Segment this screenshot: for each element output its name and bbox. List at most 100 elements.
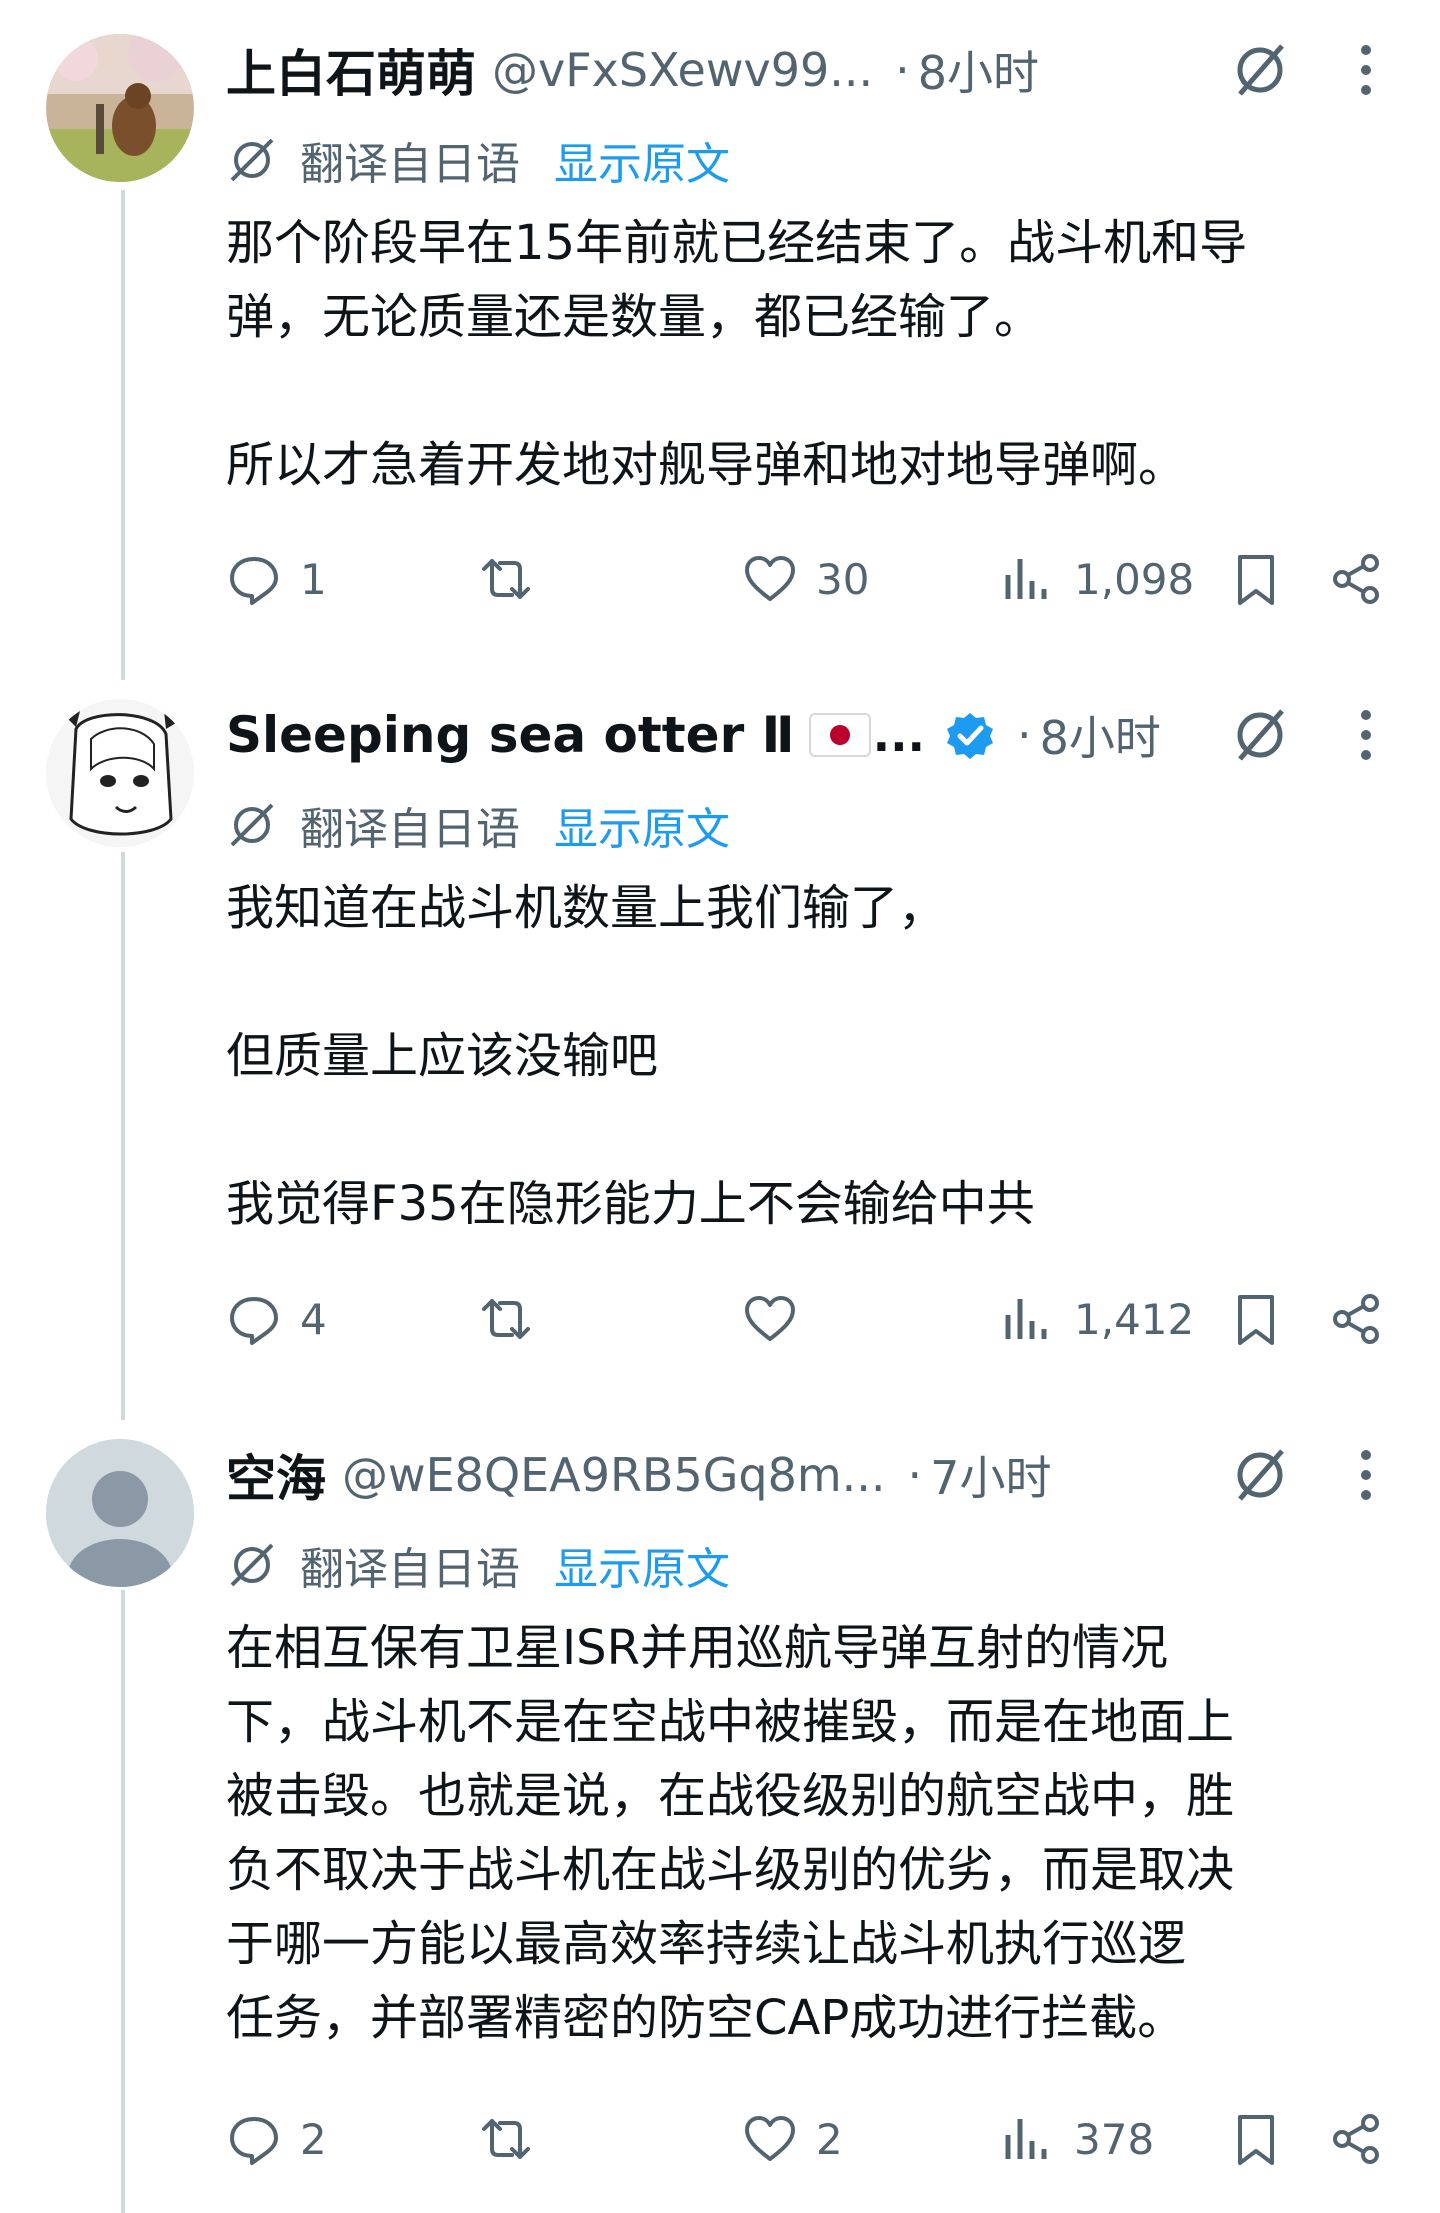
- name-ellipsis: ...: [872, 708, 926, 762]
- share-icon: [1333, 2114, 1379, 2164]
- text-line: [226, 945, 1384, 1019]
- verified-badge-icon[interactable]: [945, 710, 995, 760]
- text-line: 那个阶段早在15年前就已经结束了。战斗机和导: [226, 215, 1248, 271]
- retweet-icon: [482, 2119, 530, 2159]
- like-count: 30: [816, 554, 870, 604]
- like-button[interactable]: 2: [742, 2099, 843, 2179]
- text-line: 我觉得F35在隐形能力上不会输给中共: [226, 1176, 1035, 1232]
- reply-button[interactable]: 4: [226, 1279, 327, 1359]
- display-name[interactable]: 上白石萌萌: [226, 34, 476, 106]
- reply-count: 2: [300, 2114, 327, 2164]
- like-icon: [745, 1296, 795, 1341]
- bookmark-icon: [1238, 555, 1274, 605]
- text-line: 我知道在战斗机数量上我们输了，: [226, 880, 947, 936]
- tweet-text: 那个阶段早在15年前就已经结束了。战斗机和导 弹，无论质量还是数量，都已经输了。…: [226, 206, 1384, 502]
- action-bar: 4 1,412: [226, 1279, 1384, 1359]
- more-icon[interactable]: [1358, 1447, 1374, 1503]
- views-icon: [1005, 1299, 1047, 1339]
- tweet[interactable]: 上白石萌萌 @vFxSXewv99... · 8小时 翻译自日语 显示原文 那个…: [0, 0, 1440, 660]
- separator-dot: ·: [907, 1448, 923, 1502]
- japan-flag-icon: [808, 713, 871, 757]
- text-line: 被击毁。也就是说，在战役级别的航空战中，胜: [226, 1768, 1235, 1824]
- like-count: 2: [816, 2114, 843, 2164]
- tweet-text: 我知道在战斗机数量上我们输了， 但质量上应该没输吧 我觉得F35在隐形能力上不会…: [226, 871, 1384, 1241]
- share-icon: [1333, 1294, 1379, 1344]
- show-original-link[interactable]: 显示原文: [554, 128, 730, 192]
- translated-from-label: 翻译自日语: [300, 1544, 520, 1595]
- text-line: 在相互保有卫星ISR并用巡航导弹互射的情况: [226, 1620, 1168, 1676]
- share-button[interactable]: [1328, 1279, 1384, 1359]
- like-button[interactable]: [742, 1279, 816, 1359]
- user-handle[interactable]: @wE8QEA9RB5Gq8m...: [342, 1448, 886, 1502]
- grok-icon[interactable]: [1230, 40, 1290, 100]
- share-button[interactable]: [1328, 2099, 1384, 2179]
- avatar[interactable]: [46, 699, 194, 847]
- more-icon[interactable]: [1358, 707, 1374, 763]
- translated-from-label: 翻译自日语: [300, 804, 520, 855]
- text-line: 于哪一方能以最高效率持续让战斗机执行巡逻: [226, 1916, 1187, 1972]
- text-line: 但质量上应该没输吧: [226, 1028, 659, 1084]
- reply-button[interactable]: 1: [226, 539, 327, 619]
- retweet-button[interactable]: [478, 1279, 552, 1359]
- retweet-icon: [482, 559, 530, 599]
- text-line: 任务，并部署精密的防空CAP成功进行拦截。: [226, 1990, 1186, 2046]
- action-bar: 1 30 1,098: [226, 539, 1384, 619]
- views-icon: [1005, 2119, 1047, 2159]
- text-line: 弹，无论质量还是数量，都已经输了。: [226, 289, 1043, 345]
- separator-dot: ·: [895, 43, 910, 97]
- bookmark-button[interactable]: [1228, 539, 1284, 619]
- view-count: 378: [1074, 2114, 1155, 2164]
- show-original-link[interactable]: 显示原文: [554, 1533, 730, 1597]
- tweet[interactable]: Sleeping sea otter Ⅱ ... · 8小时 翻译自日语 显示原…: [0, 665, 1440, 1405]
- translate-icon: [230, 1543, 274, 1587]
- share-button[interactable]: [1328, 539, 1384, 619]
- view-count: 1,098: [1074, 554, 1195, 604]
- reply-count: 4: [300, 1294, 327, 1344]
- tweet-text: 在相互保有卫星ISR并用巡航导弹互射的情况 下，战斗机不是在空战中被摧毁，而是在…: [226, 1611, 1384, 2055]
- like-icon: [745, 556, 795, 601]
- views-button[interactable]: 1,098: [1000, 539, 1194, 619]
- more-icon[interactable]: [1358, 42, 1374, 98]
- retweet-icon: [482, 1299, 530, 1339]
- grok-icon[interactable]: [1230, 1445, 1290, 1505]
- reply-icon: [230, 1297, 278, 1345]
- views-button[interactable]: 1,412: [1000, 1279, 1194, 1359]
- timestamp[interactable]: 8小时: [1040, 702, 1161, 768]
- retweet-button[interactable]: [478, 2099, 552, 2179]
- display-name[interactable]: Sleeping sea otter Ⅱ: [226, 706, 795, 764]
- timestamp[interactable]: 7小时: [930, 1442, 1051, 1508]
- bookmark-icon: [1238, 2115, 1274, 2165]
- reply-icon: [230, 2117, 278, 2165]
- bookmark-button[interactable]: [1228, 2099, 1284, 2179]
- text-line: 所以才急着开发地对舰导弹和地对地导弹啊。: [226, 437, 1187, 493]
- share-icon: [1333, 554, 1379, 604]
- tweet[interactable]: 空海 @wE8QEA9RB5Gq8m... · 7小时 翻译自日语 显示原文 在…: [0, 1405, 1440, 2213]
- views-icon: [1005, 559, 1047, 599]
- grok-icon[interactable]: [1230, 705, 1290, 765]
- reply-button[interactable]: 2: [226, 2099, 327, 2179]
- separator-dot: ·: [1017, 708, 1032, 762]
- text-line: [226, 354, 1384, 428]
- display-name[interactable]: 空海: [226, 1439, 326, 1511]
- reply-icon: [230, 557, 278, 605]
- like-button[interactable]: 30: [742, 539, 869, 619]
- like-icon: [745, 2116, 795, 2161]
- show-original-link[interactable]: 显示原文: [554, 793, 730, 857]
- views-button[interactable]: 378: [1000, 2099, 1154, 2179]
- avatar[interactable]: [46, 34, 194, 182]
- user-handle[interactable]: @vFxSXewv99...: [492, 43, 873, 97]
- text-line: [226, 1093, 1384, 1167]
- bookmark-icon: [1238, 1295, 1274, 1345]
- translate-icon: [230, 138, 274, 182]
- translate-icon: [230, 803, 274, 847]
- timestamp[interactable]: 8小时: [918, 37, 1039, 103]
- retweet-button[interactable]: [478, 539, 552, 619]
- bookmark-button[interactable]: [1228, 1279, 1284, 1359]
- translated-from-label: 翻译自日语: [300, 139, 520, 190]
- action-bar: 2 2 378: [226, 2099, 1384, 2179]
- text-line: 下，战斗机不是在空战中被摧毁，而是在地面上: [226, 1694, 1235, 1750]
- text-line: 负不取决于战斗机在战斗级别的优劣，而是取决: [226, 1842, 1235, 1898]
- view-count: 1,412: [1074, 1294, 1195, 1344]
- avatar[interactable]: [46, 1439, 194, 1587]
- reply-count: 1: [300, 554, 327, 604]
